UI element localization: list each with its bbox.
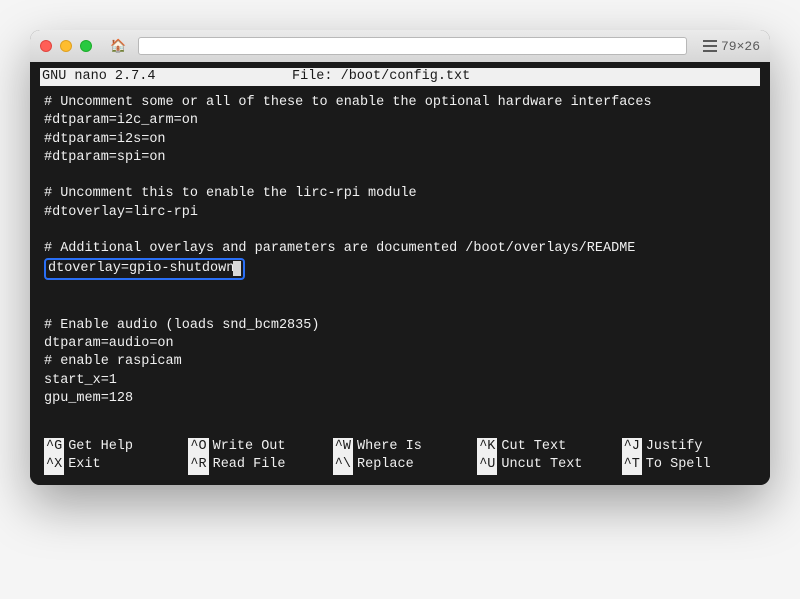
path-input[interactable] <box>138 37 687 55</box>
menu-icon[interactable] <box>703 40 717 52</box>
shortcut-cut-text[interactable]: ^K Cut Text <box>477 438 611 456</box>
shortcut-label: Justify <box>646 439 703 454</box>
dimensions-text: 79×26 <box>721 39 760 54</box>
home-icon[interactable]: 🏠 <box>110 39 126 54</box>
file-line: #dtparam=i2c_arm=on <box>44 113 198 128</box>
file-line: # Enable audio (loads snd_bcm2835) <box>44 318 319 333</box>
shortcut-key: ^J <box>622 438 642 456</box>
nano-header: GNU nano 2.7.4 File: /boot/config.txt <box>40 68 760 86</box>
window-dimensions: 79×26 <box>703 39 760 54</box>
shortcut-label: Read File <box>213 457 286 472</box>
shortcut-bar: ^G Get Help ^O Write Out ^W Where Is ^K Cut … <box>40 434 760 474</box>
titlebar: 🏠 79×26 <box>30 30 770 62</box>
file-line: # Additional overlays and parameters are… <box>44 241 635 256</box>
shortcut-key: ^K <box>477 438 497 456</box>
shortcut-write-out[interactable]: ^O Write Out <box>188 438 322 456</box>
file-line: #dtparam=i2s=on <box>44 132 166 147</box>
shortcut-key: ^R <box>188 456 208 474</box>
shortcut-where-is[interactable]: ^W Where Is <box>333 438 467 456</box>
highlighted-line: dtoverlay=gpio-shutdown <box>44 258 245 280</box>
shortcut-label: To Spell <box>646 457 711 472</box>
shortcut-label: Write Out <box>213 439 286 454</box>
terminal-body[interactable]: GNU nano 2.7.4 File: /boot/config.txt # … <box>30 62 770 485</box>
shortcut-key: ^X <box>44 456 64 474</box>
cursor-icon <box>233 261 241 276</box>
shortcut-label: Exit <box>68 457 100 472</box>
file-line: # enable raspicam <box>44 354 182 369</box>
editor-content[interactable]: # Uncomment some or all of these to enab… <box>40 94 760 434</box>
shortcut-key: ^\ <box>333 456 353 474</box>
shortcut-to-spell[interactable]: ^T To Spell <box>622 456 756 474</box>
nano-file-label: File: /boot/config.txt <box>292 68 758 86</box>
file-line: # Uncomment this to enable the lirc-rpi … <box>44 186 417 201</box>
file-line: #dtparam=spi=on <box>44 150 166 165</box>
shortcut-key: ^G <box>44 438 64 456</box>
shortcut-label: Where Is <box>357 439 422 454</box>
shortcut-replace[interactable]: ^\ Replace <box>333 456 467 474</box>
file-line: gpu_mem=128 <box>44 391 133 406</box>
shortcut-key: ^W <box>333 438 353 456</box>
shortcut-label: Cut Text <box>501 439 566 454</box>
shortcut-read-file[interactable]: ^R Read File <box>188 456 322 474</box>
zoom-icon[interactable] <box>80 40 92 52</box>
file-line: #dtoverlay=lirc-rpi <box>44 205 198 220</box>
close-icon[interactable] <box>40 40 52 52</box>
shortcut-exit[interactable]: ^X Exit <box>44 456 178 474</box>
shortcut-label: Uncut Text <box>501 457 582 472</box>
file-line: # Uncomment some or all of these to enab… <box>44 95 652 110</box>
shortcut-justify[interactable]: ^J Justify <box>622 438 756 456</box>
file-line: dtparam=audio=on <box>44 336 174 351</box>
shortcut-key: ^O <box>188 438 208 456</box>
shortcut-get-help[interactable]: ^G Get Help <box>44 438 178 456</box>
minimize-icon[interactable] <box>60 40 72 52</box>
shortcut-key: ^U <box>477 456 497 474</box>
shortcut-uncut-text[interactable]: ^U Uncut Text <box>477 456 611 474</box>
shortcut-label: Get Help <box>68 439 133 454</box>
terminal-window: 🏠 79×26 GNU nano 2.7.4 File: /boot/confi… <box>30 30 770 485</box>
shortcut-label: Replace <box>357 457 414 472</box>
file-line: start_x=1 <box>44 373 117 388</box>
shortcut-key: ^T <box>622 456 642 474</box>
window-controls <box>40 40 92 52</box>
nano-app-label: GNU nano 2.7.4 <box>42 68 292 86</box>
file-line: dtoverlay=gpio-shutdown <box>48 261 234 276</box>
